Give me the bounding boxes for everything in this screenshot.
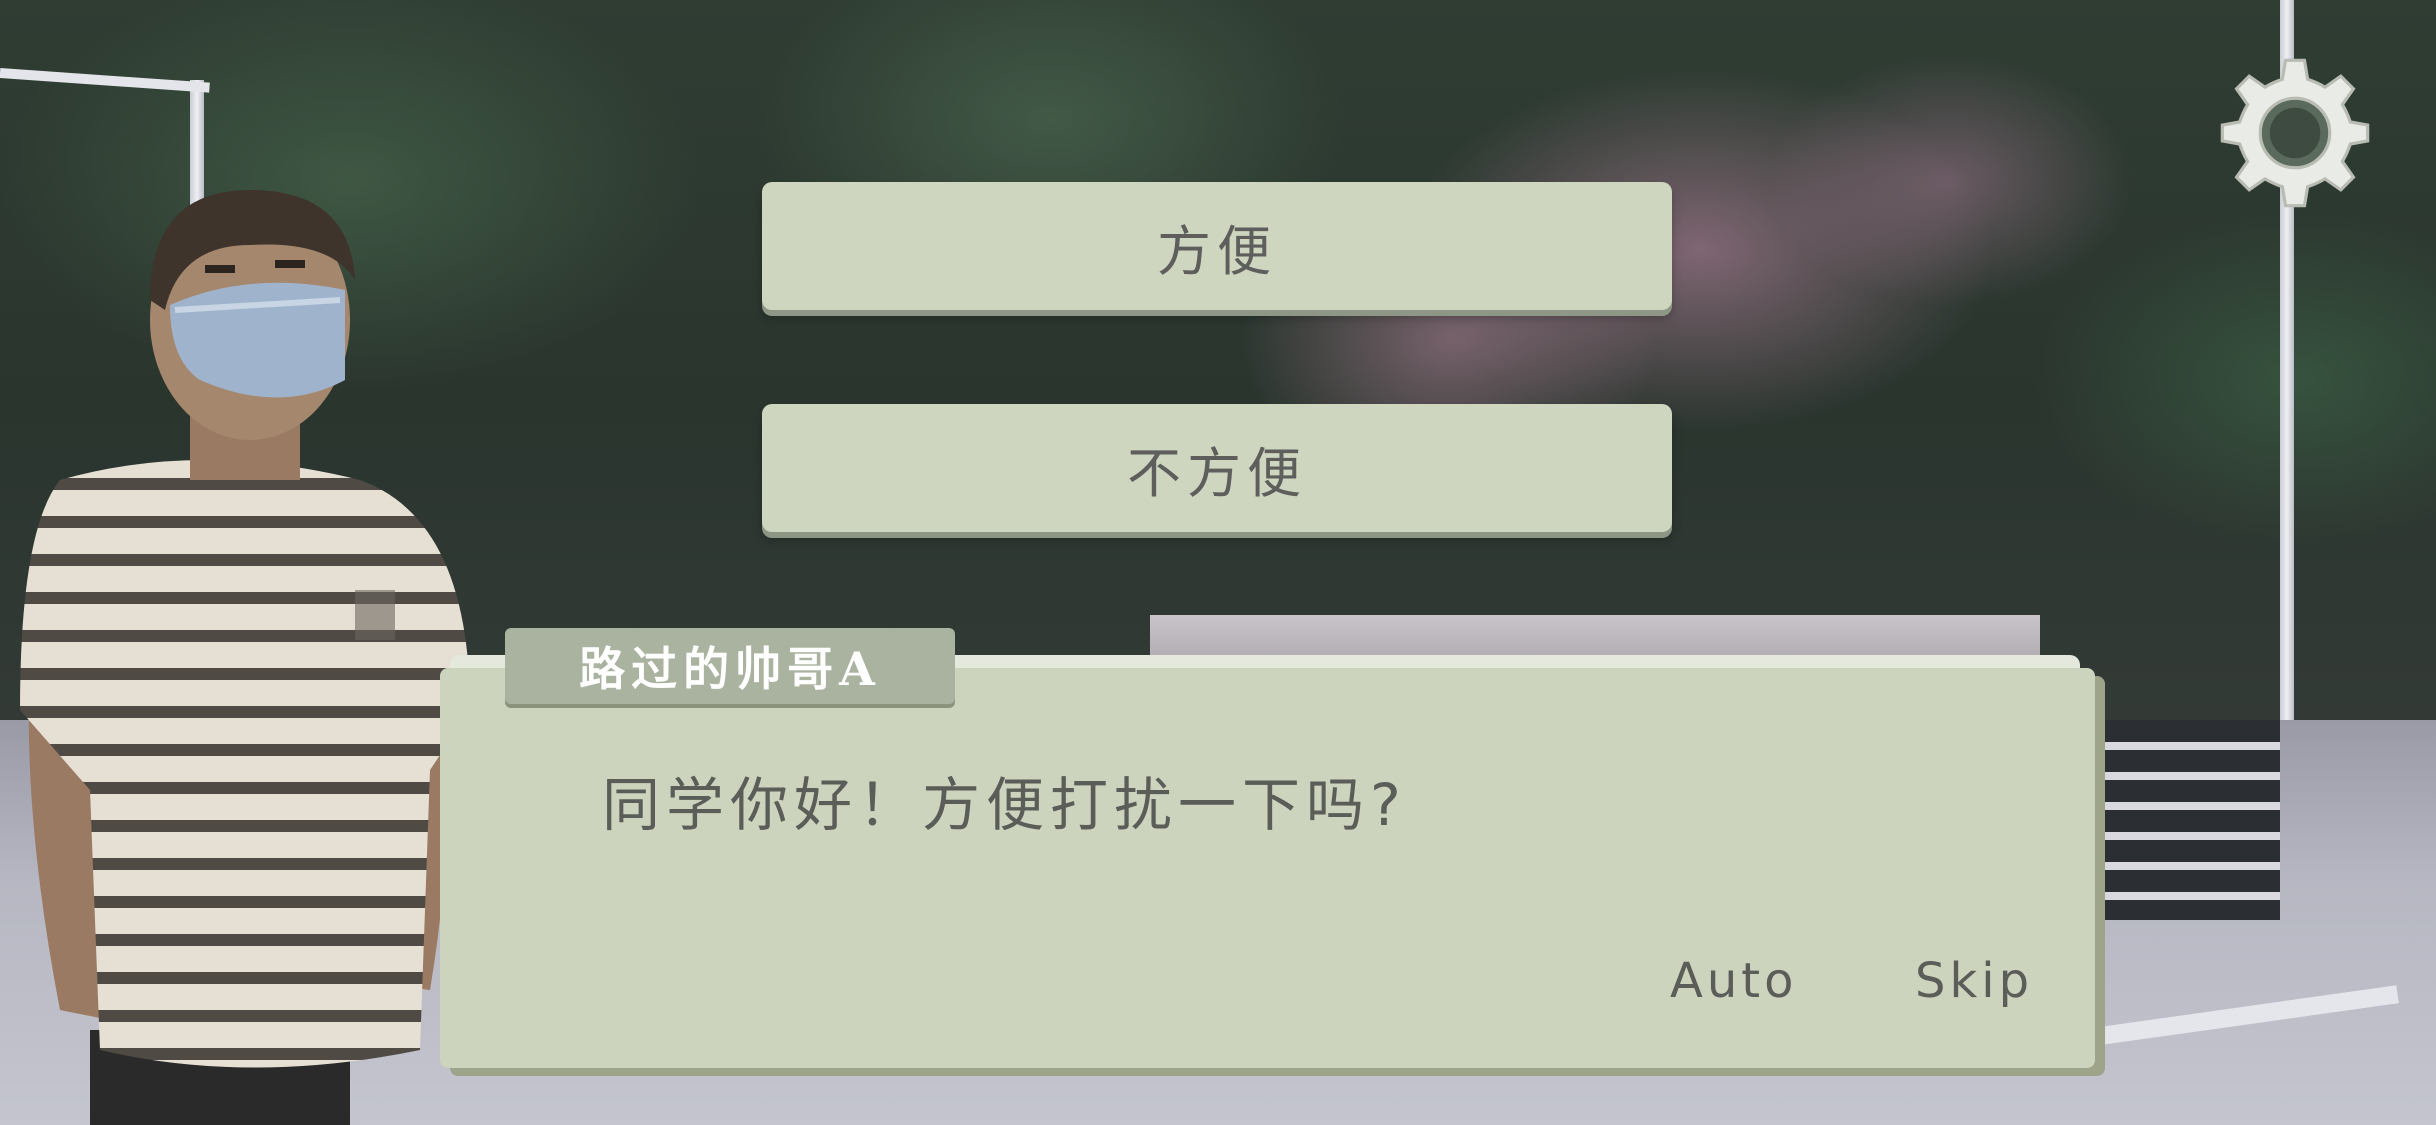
speaker-name-plate: 路过的帅哥A bbox=[505, 628, 955, 704]
game-scene[interactable]: 方便 不方便 同学你好！方便打扰一下吗? Auto Skip 路过的帅哥A bbox=[0, 0, 2436, 1125]
choice-button-convenient[interactable]: 方便 bbox=[762, 182, 1672, 310]
choice-label: 方便 bbox=[1157, 219, 1277, 283]
gear-icon[interactable] bbox=[2216, 54, 2374, 212]
skip-button[interactable]: Skip bbox=[1915, 953, 2033, 1009]
choice-button-inconvenient[interactable]: 不方便 bbox=[762, 404, 1672, 532]
dialogue-box[interactable]: 同学你好！方便打扰一下吗? Auto Skip bbox=[440, 668, 2095, 1068]
dialogue-text: 同学你好！方便打扰一下吗? bbox=[602, 771, 1407, 839]
auto-button[interactable]: Auto bbox=[1670, 953, 1797, 1009]
choice-label: 不方便 bbox=[1127, 441, 1307, 505]
character-sprite bbox=[20, 190, 470, 1125]
speaker-name: 路过的帅哥A bbox=[579, 642, 881, 696]
background-stairs bbox=[2080, 720, 2280, 920]
